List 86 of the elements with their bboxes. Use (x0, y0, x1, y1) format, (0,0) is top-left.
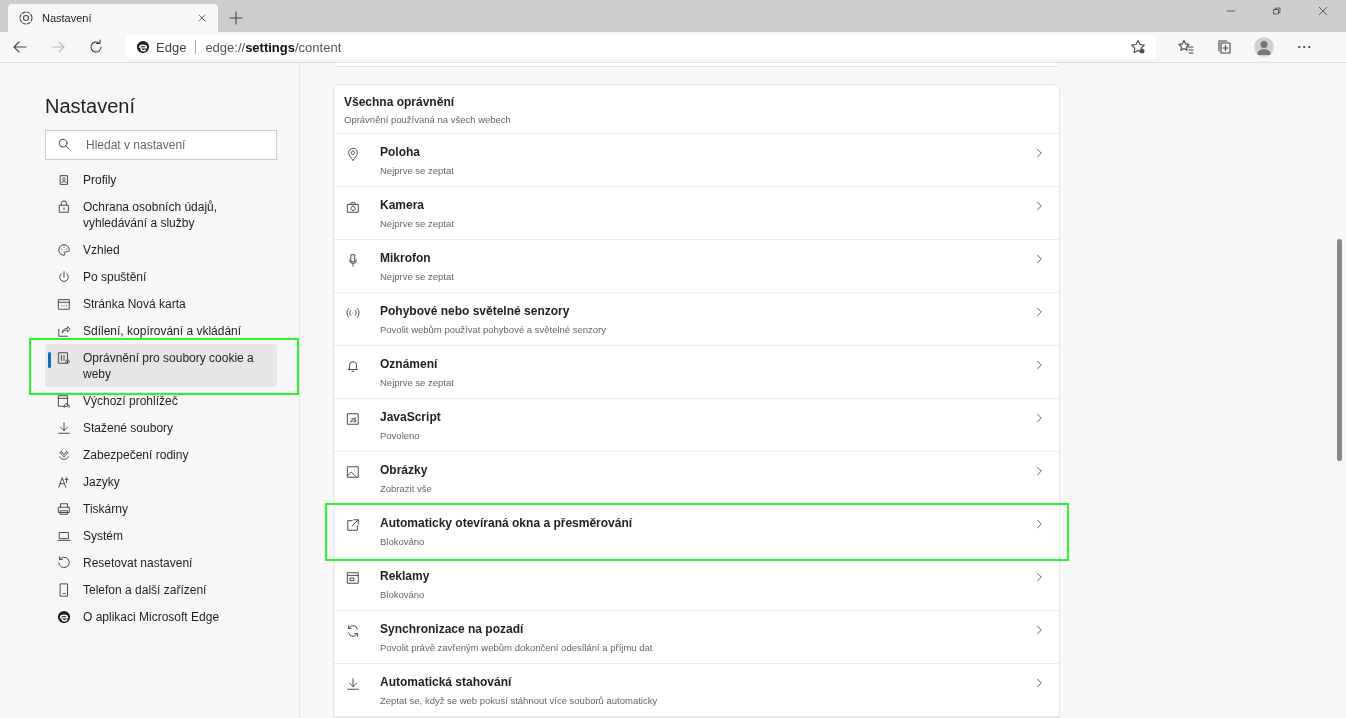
close-icon[interactable] (1317, 5, 1329, 17)
printer-icon (57, 502, 71, 516)
section-title: Všechna oprávnění (344, 95, 456, 109)
permission-status: Blokováno (380, 536, 426, 547)
permission-title: Obrázky (380, 463, 429, 477)
sidebar-item[interactable]: Tiskárny (45, 495, 277, 522)
reset-icon (57, 556, 71, 570)
permission-title: JavaScript (380, 410, 442, 424)
sidebar-item[interactable]: Stažené soubory (45, 414, 277, 441)
address-bar[interactable]: Edge edge://settings/content (126, 35, 1156, 59)
add-favorite-icon[interactable] (1130, 39, 1146, 55)
permission-status: Povolit právě zavřeným webům dokončení odesílání a příjmu dat (380, 642, 654, 653)
location-pin-icon (346, 147, 360, 161)
download-icon (57, 421, 71, 435)
scrollbar-thumb[interactable] (1337, 239, 1342, 461)
permission-status: Povolit webům používat pohybové a světelné senzory (380, 324, 608, 335)
share-icon (57, 324, 71, 338)
sidebar-item[interactable]: Ochrana osobních údajů, vyhledávání a služby (45, 193, 277, 236)
search-field[interactable]: Hledat v nastavení (45, 130, 277, 160)
lock-icon (57, 200, 71, 214)
sidebar-item[interactable]: Stránka Nová karta (45, 290, 277, 317)
sidebar-item[interactable]: Jazyky (45, 468, 277, 495)
palette-icon (57, 243, 71, 257)
download-icon (346, 677, 360, 691)
settings-title: Nastavení (45, 95, 137, 118)
favorites-icon[interactable] (1178, 39, 1194, 55)
person-icon (57, 173, 71, 187)
external-window-icon (346, 518, 360, 532)
cookie-settings-icon (57, 351, 71, 365)
permission-status: Povoleno (380, 430, 421, 441)
bell-icon (346, 359, 360, 373)
javascript-icon (346, 412, 360, 426)
restore-icon[interactable] (1271, 5, 1283, 17)
sync-icon (346, 624, 360, 638)
back-arrow-icon[interactable] (12, 39, 28, 55)
collections-icon[interactable] (1216, 39, 1232, 55)
permission-status: Zeptat se, když se web pokusí stáhnout více souborů automaticky (380, 695, 659, 706)
sidebar-item[interactable]: Po spuštění (45, 263, 277, 290)
permission-status: Nejprve se zeptat (380, 218, 455, 229)
power-icon (57, 270, 71, 284)
sidebar-item[interactable]: Profily (45, 166, 277, 193)
permission-status: Nejprve se zeptat (380, 377, 455, 388)
image-icon (346, 465, 360, 479)
browser-check-icon (57, 394, 71, 408)
permission-title: Oznámení (380, 357, 439, 371)
permission-title: Automatická stahování (380, 675, 513, 689)
permission-title: Pohybové nebo světelné senzory (380, 304, 571, 318)
permission-status: Zobrazit vše (380, 483, 433, 494)
sidebar-item[interactable]: Resetovat nastavení (45, 549, 277, 576)
section-subtitle: Oprávnění používaná na všech webech (344, 114, 512, 125)
permission-title: Automaticky otevíraná okna a přesměrování (380, 516, 634, 530)
microphone-icon (346, 253, 360, 267)
sidebar-item[interactable]: Výchozí prohlížeč (45, 387, 277, 414)
sidebar-item[interactable]: Vzhled (45, 236, 277, 263)
refresh-icon[interactable] (88, 39, 104, 55)
phone-icon (57, 583, 71, 597)
new-tab-icon (57, 297, 71, 311)
sidebar-item[interactable]: Sdílení, kopírování a vkládání (45, 317, 277, 344)
permission-title: Synchronizace na pozadí (380, 622, 525, 636)
permission-title: Mikrofon (380, 251, 432, 265)
close-icon[interactable] (196, 12, 208, 24)
tab-title: Nastavení (42, 12, 93, 24)
search-icon (57, 137, 71, 151)
sidebar-item[interactable]: Systém (45, 522, 277, 549)
edge-logo-icon (136, 40, 150, 54)
permission-title: Poloha (380, 145, 421, 159)
profile-avatar[interactable] (1254, 37, 1274, 57)
edge-logo-icon (57, 610, 71, 624)
browser-tab[interactable]: Nastavení (8, 4, 218, 32)
sidebar-item[interactable]: O aplikaci Microsoft Edge (45, 603, 277, 630)
site-label: Edge (156, 39, 187, 55)
permission-title: Reklamy (380, 569, 431, 583)
sidebar-item[interactable]: Zabezpečení rodiny (45, 441, 277, 468)
url-text: edge://settings/content (205, 39, 342, 55)
sidebar-item[interactable]: Oprávnění pro soubory cookie a weby (45, 344, 277, 387)
language-icon (57, 475, 71, 489)
permission-status: Blokováno (380, 589, 426, 600)
camera-icon (346, 200, 360, 214)
laptop-icon (57, 529, 71, 543)
settings-icon (18, 10, 34, 26)
ad-window-icon (346, 571, 360, 585)
permission-status: Nejprve se zeptat (380, 271, 455, 282)
permission-title: Kamera (380, 198, 426, 212)
sidebar-item[interactable]: Telefon a další zařízení (45, 576, 277, 603)
sensor-waves-icon (346, 306, 360, 320)
permission-status: Nejprve se zeptat (380, 165, 455, 176)
